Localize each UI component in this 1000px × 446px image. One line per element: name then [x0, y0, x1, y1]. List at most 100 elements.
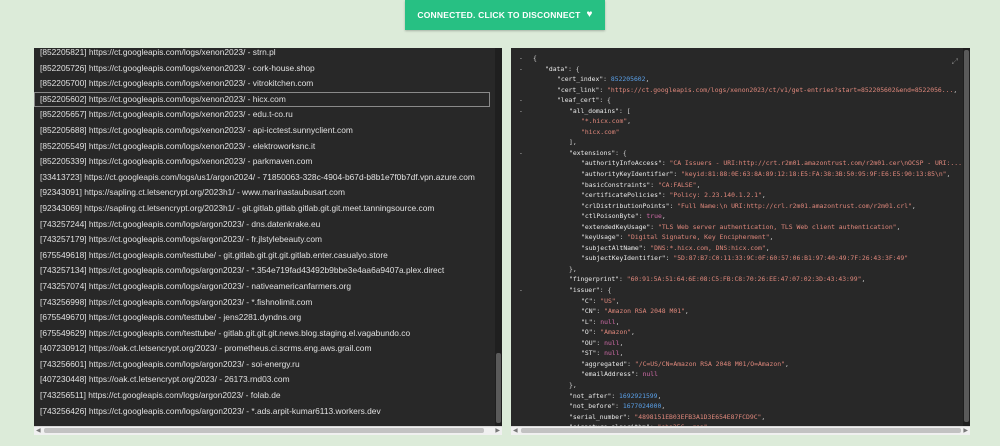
- json-token: "Full Name:\n URI:http://crl.r2m01.amazo…: [677, 201, 912, 210]
- json-token: "/C=US/CN=Amazon RSA 2048 M01/O=Amazon": [634, 359, 785, 368]
- log-item[interactable]: [33413723] https://ct.googleapis.com/log…: [34, 170, 494, 186]
- collapse-toggle-icon[interactable]: -: [519, 95, 523, 106]
- log-item[interactable]: [407230912] https://oak.ct.letsencrypt.o…: [34, 341, 494, 357]
- collapse-toggle-icon[interactable]: -: [519, 53, 523, 64]
- json-line-content: "cert_link": "https://ct.googleapis.com/…: [557, 85, 957, 96]
- json-line: "OU": null,: [511, 338, 962, 349]
- log-item[interactable]: [92343069] https://sapling.ct.letsencryp…: [34, 201, 494, 217]
- json-token: ,: [765, 243, 770, 252]
- json-line: - "data": {: [511, 64, 962, 75]
- log-item[interactable]: [852205726] https://ct.googleapis.com/lo…: [34, 61, 494, 77]
- json-token: ,: [861, 275, 866, 284]
- json-token: "subjectKeyIdentifier": [581, 254, 666, 263]
- json-token: "L": [581, 317, 593, 326]
- json-line: - "extensions": {: [511, 148, 962, 159]
- json-line-content: "leaf_cert": {: [557, 95, 611, 106]
- collapse-toggle-icon[interactable]: -: [519, 64, 523, 75]
- log-item[interactable]: [92343091] https://sapling.ct.letsencryp…: [34, 185, 494, 201]
- json-token: "Policy: 2.23.140.1.2.1": [669, 191, 762, 200]
- json-token: "all_domains": [569, 106, 620, 115]
- json-token: null: [642, 370, 658, 379]
- json-line-content: "crlDistributionPoints": "Full Name:\n U…: [581, 201, 916, 212]
- certificate-json-panel[interactable]: -{- "data": {"cert_index": 852205602, "cer…: [511, 48, 970, 426]
- json-token: "extensions": [569, 148, 616, 157]
- json-line-content: "ctlPoisonByte": true,: [581, 211, 666, 222]
- log-item[interactable]: [852205657] https://ct.googleapis.com/lo…: [34, 107, 494, 123]
- log-item[interactable]: [852205339] https://ct.googleapis.com/lo…: [34, 154, 494, 170]
- log-item[interactable]: [675549629] https://ct.googleapis.com/te…: [34, 326, 494, 342]
- collapse-toggle-icon[interactable]: -: [519, 285, 523, 296]
- json-token: ,: [627, 117, 632, 126]
- disconnect-button[interactable]: CONNECTED. CLICK TO DISCONNECT ♥: [405, 0, 605, 30]
- scroll-right-arrow-icon[interactable]: ▶: [495, 427, 500, 435]
- log-list-horizontal-scrollbar[interactable]: ◀ ▶: [34, 426, 502, 435]
- scroll-left-arrow-icon[interactable]: ◀: [36, 427, 41, 435]
- log-item[interactable]: [743256998] https://ct.googleapis.com/lo…: [34, 295, 494, 311]
- json-token: "serial_number": [569, 412, 627, 421]
- json-line: "not_before": 1677024000,: [511, 401, 962, 412]
- expand-icon[interactable]: ⤢: [952, 57, 958, 67]
- log-item[interactable]: [743257074] https://ct.googleapis.com/lo…: [34, 279, 494, 295]
- collapse-toggle-icon[interactable]: -: [519, 106, 523, 117]
- json-line-content: "fingerprint": "60:91:5A:51:64:6E:08:C5:…: [569, 274, 865, 285]
- log-item[interactable]: [407230448] https://oak.ct.letsencrypt.o…: [34, 372, 494, 388]
- collapse-toggle-icon[interactable]: -: [519, 148, 523, 159]
- json-token: ,: [615, 317, 620, 326]
- json-token: "hicx.com": [581, 127, 620, 136]
- log-list-horizontal-thumb[interactable]: [44, 428, 484, 433]
- log-item[interactable]: [743256511] https://ct.googleapis.com/lo…: [34, 388, 494, 404]
- log-item[interactable]: [743256426] https://ct.googleapis.com/lo…: [34, 404, 494, 420]
- json-horizontal-thumb[interactable]: [521, 428, 961, 433]
- json-token: ,: [769, 233, 774, 242]
- json-token: ,: [661, 212, 666, 221]
- json-line-content: "issuer": {: [569, 285, 611, 296]
- log-item[interactable]: [852205688] https://ct.googleapis.com/lo…: [34, 123, 494, 139]
- json-token: },: [569, 264, 577, 273]
- json-token: ,: [619, 349, 624, 358]
- log-list-scrollbar-thumb[interactable]: [496, 353, 501, 423]
- json-token: :: [634, 370, 643, 379]
- json-token: :: [661, 159, 670, 168]
- log-item[interactable]: [743257179] https://ct.googleapis.com/lo…: [34, 232, 494, 248]
- json-line-content: "O": "Amazon",: [581, 327, 635, 338]
- json-scrollbar-thumb[interactable]: [964, 50, 969, 422]
- json-line: "certificatePolicies": "Policy: 2.23.140…: [511, 190, 962, 201]
- json-line: },: [511, 264, 962, 275]
- json-token: "https://ct.googleapis.com/logs/xenon202…: [607, 85, 954, 94]
- json-token: "Amazon RSA 2048 M01": [604, 307, 685, 316]
- log-item[interactable]: [852205700] https://ct.googleapis.com/lo…: [34, 76, 494, 92]
- log-item-selected[interactable]: [852205602] https://ct.googleapis.com/lo…: [34, 91, 490, 108]
- json-line: "keyUsage": "Digital Signature, Key Enci…: [511, 232, 962, 243]
- json-scrollbar[interactable]: [963, 48, 970, 426]
- json-token: : {: [568, 64, 580, 73]
- certificate-log-list-panel[interactable]: [852205821] https://ct.googleapis.com/lo…: [34, 48, 502, 426]
- scroll-left-arrow-icon[interactable]: ◀: [513, 427, 518, 435]
- json-token: "not_before": [569, 402, 616, 411]
- log-item[interactable]: [743256601] https://ct.googleapis.com/lo…: [34, 357, 494, 373]
- json-line: -{: [511, 53, 962, 64]
- json-token: "keyid:81:88:0E:63:8A:89:12:18:E5:FA:38:…: [681, 170, 947, 179]
- json-token: "ST": [581, 349, 597, 358]
- json-line: "cert_link": "https://ct.googleapis.com/…: [511, 85, 962, 96]
- log-item[interactable]: [743257134] https://ct.googleapis.com/lo…: [34, 263, 494, 279]
- json-horizontal-scrollbar[interactable]: ◀ ▶: [511, 426, 970, 435]
- json-token: "Digital Signature, Key Encipherment": [627, 233, 770, 242]
- json-token: ,: [761, 412, 766, 421]
- json-token: "CN": [581, 307, 597, 316]
- log-item[interactable]: [852205821] https://ct.googleapis.com/lo…: [34, 48, 494, 61]
- json-token: "aggregated": [581, 359, 628, 368]
- log-item[interactable]: [852205549] https://ct.googleapis.com/lo…: [34, 139, 494, 155]
- log-item[interactable]: [675549670] https://ct.googleapis.com/te…: [34, 310, 494, 326]
- json-token: :: [603, 75, 611, 84]
- log-item[interactable]: [743257244] https://ct.googleapis.com/lo…: [34, 217, 494, 233]
- json-token: "OU": [581, 338, 597, 347]
- json-token: "data": [545, 64, 569, 73]
- scroll-right-arrow-icon[interactable]: ▶: [963, 427, 968, 435]
- log-item[interactable]: [675549618] https://ct.googleapis.com/te…: [34, 248, 494, 264]
- json-token: "ctlPoisonByte": [581, 212, 639, 221]
- json-token: "60:91:5A:51:64:6E:08:C5:FB:C8:70:26:EE:…: [626, 275, 862, 284]
- json-token: ],: [569, 138, 577, 147]
- json-line: "L": null,: [511, 317, 962, 328]
- json-line-content: "certificatePolicies": "Policy: 2.23.140…: [581, 190, 766, 201]
- log-list-scrollbar[interactable]: [495, 48, 502, 426]
